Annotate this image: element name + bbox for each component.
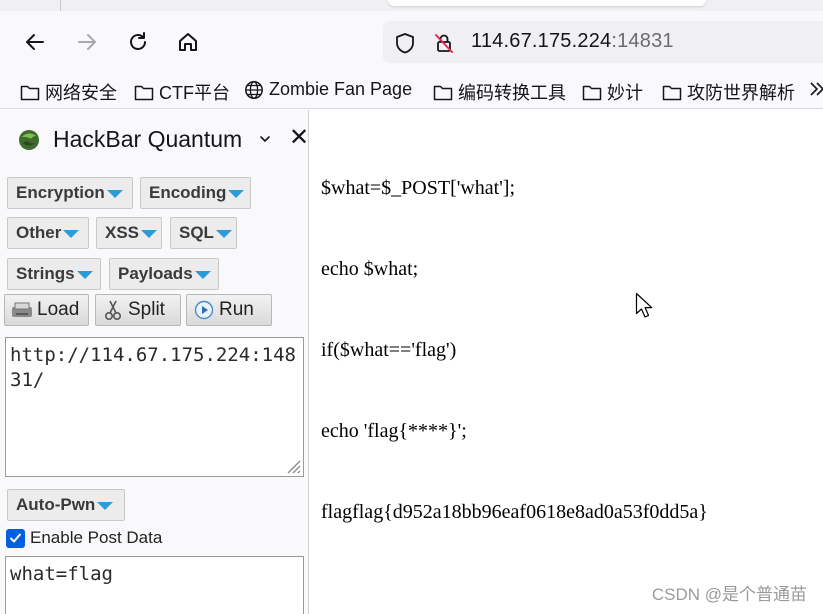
dropdown-arrow-icon (97, 502, 114, 510)
sidebar-header: HackBar Quantum ✕ (0, 120, 309, 160)
back-icon (26, 34, 44, 50)
url-textarea-value: http://114.67.175.224:14831/ (10, 344, 296, 391)
load-url-label: Load (37, 299, 80, 320)
page-source-text: $what=$_POST['what']; echo $what; if($wh… (321, 121, 708, 580)
enable-post-label[interactable]: Enable Post Data (30, 528, 162, 548)
split-url-button[interactable]: Split (95, 294, 181, 326)
forward-button[interactable] (72, 27, 102, 57)
bookmarks-overflow-button[interactable] (806, 79, 823, 99)
tab-strip (0, 0, 823, 11)
url-port: :14831 (611, 30, 674, 52)
encryption-menu-button[interactable]: Encryption (7, 177, 133, 209)
bookmark-label: 编码转换工具 (458, 83, 566, 103)
reload-button[interactable] (123, 27, 153, 57)
execute-label: Run (219, 299, 254, 320)
sql-menu-button[interactable]: SQL (170, 217, 237, 249)
url-textarea[interactable]: http://114.67.175.224:14831/ (5, 337, 304, 477)
source-line: if($what=='flag') (321, 339, 457, 361)
bookmark-label: 网络安全 (45, 83, 117, 103)
url-text[interactable]: 114.67.175.224:14831 (471, 30, 674, 53)
bookmark-label: Zombie Fan Page (269, 79, 413, 99)
folder-icon (662, 85, 682, 100)
tab-divider (60, 0, 61, 11)
hackbar-sidebar: HackBar Quantum ✕ Encryption Encoding Ot… (0, 110, 309, 614)
folder-icon (20, 85, 40, 100)
back-button[interactable] (20, 27, 50, 57)
enable-post-checkbox[interactable] (6, 528, 25, 548)
reload-icon (130, 32, 146, 50)
split-url-label: Split (128, 299, 165, 320)
bookmark-label: 妙计 (607, 83, 643, 103)
sidebar-switcher-chevron-icon[interactable] (258, 132, 272, 146)
shield-icon (396, 33, 414, 54)
forward-icon (78, 34, 96, 50)
bookmark-label: 攻防世界解析 (687, 83, 795, 103)
autopwn-menu-label: Auto-Pwn (16, 495, 96, 514)
bookmark-folder[interactable]: 编码转换工具 (433, 79, 566, 105)
insecure-lock-icon (435, 34, 453, 53)
load-icon (11, 299, 33, 321)
home-button[interactable] (173, 27, 203, 57)
url-host: 114.67.175.224 (471, 30, 612, 52)
other-menu-button[interactable]: Other (7, 217, 89, 249)
folder-icon (582, 85, 602, 100)
sidebar-close-button[interactable]: ✕ (289, 126, 309, 150)
dropdown-arrow-icon (76, 271, 93, 279)
url-bar[interactable]: 114.67.175.224:14831 (383, 21, 823, 63)
bookmarks-toolbar: 网络安全 CTF平台 Zombie Fan Page 编码转换工具 妙计 攻防世… (0, 71, 823, 109)
source-line: echo 'flag{****}'; (321, 420, 467, 442)
sidebar-title: HackBar Quantum (53, 126, 243, 152)
active-tab-edge[interactable] (388, 0, 706, 6)
bookmark-folder[interactable]: 网络安全 (20, 79, 117, 105)
folder-icon (134, 85, 154, 100)
bookmark-folder[interactable]: 妙计 (582, 79, 643, 105)
page-content: $what=$_POST['what']; echo $what; if($wh… (310, 110, 823, 614)
watermark: CSDN @是个普通苗 (651, 585, 807, 604)
scissors-icon (102, 299, 124, 321)
bookmark-link[interactable]: Zombie Fan Page (244, 79, 412, 100)
strings-menu-label: Strings (16, 264, 75, 283)
load-url-button[interactable]: Load (4, 294, 89, 326)
autopwn-menu-button[interactable]: Auto-Pwn (7, 489, 125, 521)
encoding-menu-label: Encoding (149, 183, 227, 202)
encryption-menu-label: Encryption (16, 183, 105, 202)
home-icon (179, 33, 197, 51)
dropdown-arrow-icon (228, 190, 245, 198)
bookmark-label: CTF平台 (159, 83, 230, 103)
checkmark-icon (10, 533, 21, 542)
other-menu-label: Other (16, 223, 62, 242)
dropdown-arrow-icon (63, 230, 80, 238)
play-icon (193, 299, 215, 321)
strings-menu-button[interactable]: Strings (7, 258, 101, 290)
sql-menu-label: SQL (179, 223, 214, 242)
bookmark-folder[interactable]: 攻防世界解析 (662, 79, 795, 105)
hackbar-logo-icon (19, 130, 39, 150)
site-security-button[interactable] (431, 30, 457, 56)
post-data-value: what=flag (10, 563, 113, 585)
bookmark-folder[interactable]: CTF平台 (134, 79, 230, 105)
globe-icon (245, 80, 263, 99)
mouse-pointer-icon (635, 292, 653, 318)
overflow-chevron-icon (810, 82, 823, 96)
resize-grip-icon[interactable] (283, 456, 301, 474)
post-data-textarea[interactable]: what=flag (5, 556, 304, 614)
dropdown-arrow-icon (106, 190, 123, 198)
tracking-protection-button[interactable] (392, 30, 418, 56)
payloads-menu-label: Payloads (118, 264, 193, 283)
navigation-bar: 114.67.175.224:14831 (0, 11, 823, 71)
source-line: echo $what; (321, 258, 419, 280)
dropdown-arrow-icon (194, 271, 211, 279)
source-line: $what=$_POST['what']; (321, 177, 516, 199)
enable-post-row: Enable Post Data (6, 527, 162, 549)
dropdown-arrow-icon (141, 230, 158, 238)
xss-menu-label: XSS (105, 223, 140, 242)
encoding-menu-button[interactable]: Encoding (140, 177, 251, 209)
xss-menu-button[interactable]: XSS (96, 217, 162, 249)
payloads-menu-button[interactable]: Payloads (109, 258, 219, 290)
execute-button[interactable]: Run (186, 294, 272, 326)
folder-icon (433, 85, 453, 100)
flag-output-line: flagflag{d952a18bb96eaf0618e8ad0a53f0dd5… (321, 501, 708, 523)
dropdown-arrow-icon (215, 230, 232, 238)
